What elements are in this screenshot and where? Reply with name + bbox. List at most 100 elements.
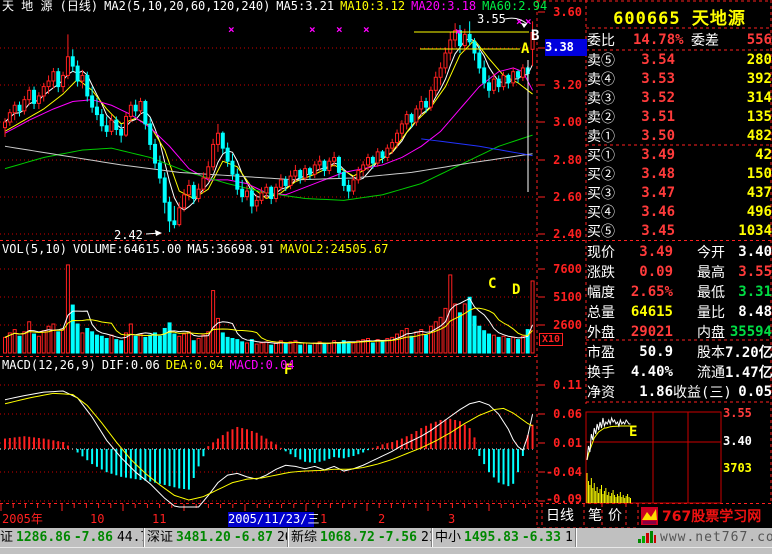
stock-name: 天地源 xyxy=(692,9,746,29)
candle-body xyxy=(125,116,128,135)
stat-label: 净资 xyxy=(587,382,629,402)
candle-body xyxy=(91,96,94,107)
stat-label: 换手 xyxy=(587,362,629,382)
order-price: 3.52 xyxy=(631,90,675,106)
series-line xyxy=(5,38,533,210)
site-banner[interactable]: 767股票学习网 xyxy=(639,504,772,528)
candle-body xyxy=(187,185,190,194)
volume-bar xyxy=(231,339,234,353)
volume-bar xyxy=(328,343,331,353)
high-price-annotation: 3.55 xyxy=(477,12,506,26)
candle-body xyxy=(284,180,287,186)
volume-bar xyxy=(299,345,302,353)
volume-bar xyxy=(458,313,461,353)
volume-bar xyxy=(149,335,152,353)
volume-bar xyxy=(187,332,190,353)
volume-bar xyxy=(439,317,442,353)
order-quantity: 437 xyxy=(675,185,772,201)
series-line xyxy=(5,68,533,195)
volume-bar xyxy=(91,332,94,353)
candle-body xyxy=(352,180,355,191)
candle-body xyxy=(28,90,31,99)
stat-value: 1.47亿 xyxy=(725,362,772,382)
candle-body xyxy=(463,34,466,45)
candle-body xyxy=(342,172,345,185)
volume-bar xyxy=(4,337,7,353)
index-name: 深证 xyxy=(147,528,173,547)
candle-body xyxy=(483,68,486,83)
candle-body xyxy=(57,72,60,87)
candle-body xyxy=(396,133,399,142)
expert-mark-icon: × xyxy=(336,23,343,36)
index-change: -6.87 xyxy=(234,528,273,547)
site-banner-label: 767股票学习网 xyxy=(662,506,761,526)
volume-bar xyxy=(18,336,21,353)
volume-bar xyxy=(173,334,176,353)
volume-bar xyxy=(134,336,137,353)
stat-value: 3.49 xyxy=(629,244,673,260)
stat-label: 内盘 xyxy=(673,322,725,342)
volume-bar xyxy=(158,336,161,353)
candle-body xyxy=(207,167,210,178)
volume-bar xyxy=(449,275,452,353)
candle-body xyxy=(139,102,142,111)
volume-bar xyxy=(347,342,350,353)
tab-笔[interactable]: 笔 xyxy=(588,508,602,524)
vol-header-segment: VOL(5,10) xyxy=(2,242,67,256)
marker-letter: C xyxy=(488,276,496,292)
site-url[interactable]: www.net767.com xyxy=(660,528,772,547)
candle-body xyxy=(178,208,181,225)
candle-body xyxy=(13,105,16,112)
stat-label: 市盈 xyxy=(587,342,629,362)
candle-body xyxy=(362,165,365,171)
candle-body xyxy=(391,143,394,149)
volume-bar xyxy=(81,333,84,353)
candle-body xyxy=(23,100,26,111)
volume-bar xyxy=(139,334,142,353)
volume-bar xyxy=(202,335,205,353)
candle-body xyxy=(420,102,423,109)
macd-axis-label: -0.09 xyxy=(536,493,582,505)
order-level-label: 卖③ xyxy=(587,88,631,108)
sell-row: 卖②3.51135 xyxy=(587,107,772,126)
volume-bar xyxy=(221,333,224,353)
candle-body xyxy=(275,187,278,198)
candle-body xyxy=(521,68,524,77)
stat-value: 3.31 xyxy=(725,284,772,300)
volume-bar xyxy=(531,281,534,353)
title-segment: MA5:3.21 xyxy=(276,0,334,12)
volume-bar xyxy=(415,332,418,353)
order-price: 3.54 xyxy=(631,52,675,68)
volume-bar xyxy=(468,297,471,353)
volume-bar xyxy=(420,330,423,353)
volume-bar xyxy=(488,334,491,353)
stat-row: 净资1.86收益(三)0.05 xyxy=(587,382,772,402)
candle-body xyxy=(502,75,505,86)
volume-bar xyxy=(37,336,40,353)
volume-bar xyxy=(236,340,239,353)
order-price: 3.53 xyxy=(631,71,675,87)
candle-body xyxy=(212,144,215,166)
price-axis-label: 3.60 xyxy=(536,6,582,18)
candle-body xyxy=(517,72,520,78)
arrow-head xyxy=(155,230,162,236)
stat-value: 29021 xyxy=(629,324,673,340)
volume-bar xyxy=(66,265,69,353)
tab-价[interactable]: 价 xyxy=(608,508,622,524)
weibi-row: 委比14.78%委差556 xyxy=(587,29,772,50)
candle-body xyxy=(168,202,171,221)
candle-body xyxy=(47,81,50,87)
volume-bar xyxy=(512,337,515,353)
tab-日线[interactable]: 日线 xyxy=(546,508,574,524)
time-axis-label: 2 xyxy=(378,513,385,526)
candle-body xyxy=(197,189,200,198)
candle-body xyxy=(294,171,297,177)
index-value: 1068.72 xyxy=(320,528,375,547)
stat-row: 换手4.40%流通1.47亿 xyxy=(587,362,772,382)
candle-body xyxy=(270,187,273,198)
volume-bar xyxy=(241,342,244,353)
volume-bar xyxy=(507,339,510,353)
order-level-label: 买④ xyxy=(587,202,631,222)
candle-body xyxy=(308,169,311,175)
index-amount: 26.03亿 xyxy=(277,528,288,547)
